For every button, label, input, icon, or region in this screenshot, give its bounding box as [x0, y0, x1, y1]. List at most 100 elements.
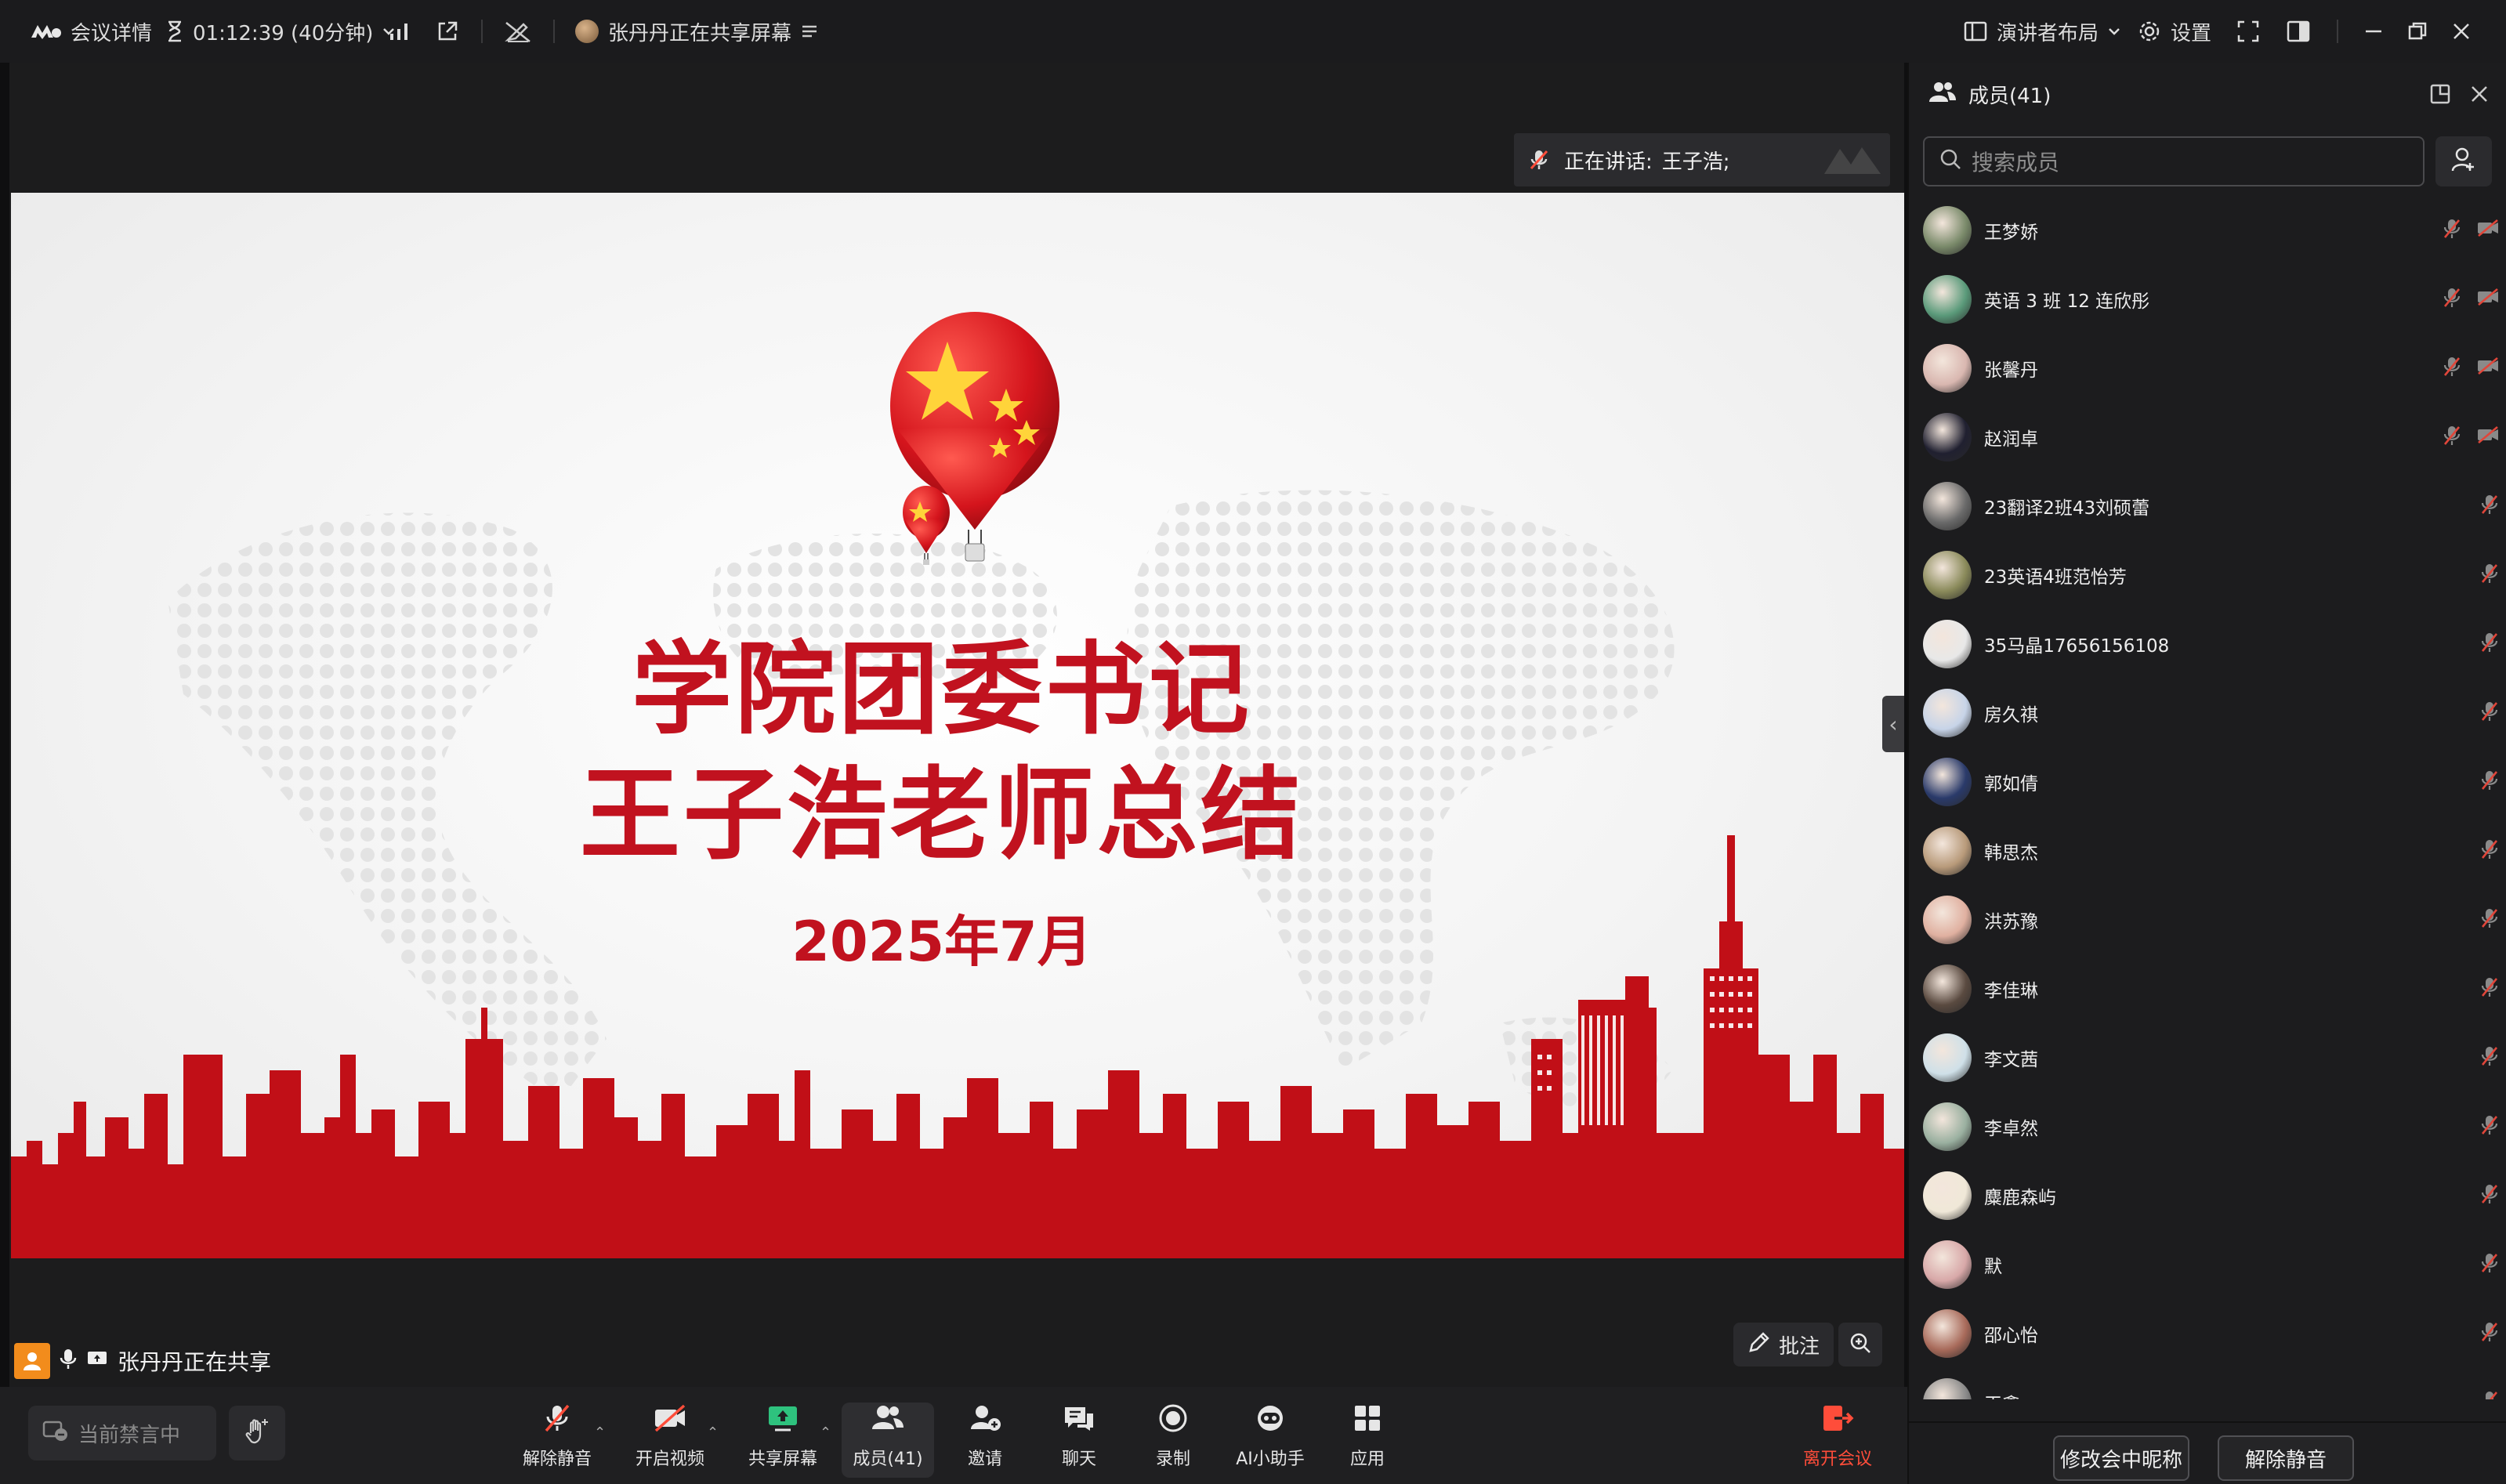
member-row[interactable]: 35马晶17656156108 [1909, 610, 2506, 679]
mic-muted-icon[interactable] [2442, 287, 2462, 312]
share-indicator: 张丹丹正在共享 [14, 1341, 271, 1381]
chevron-up-icon[interactable]: ⌃ [594, 1424, 606, 1441]
members-panel: 成员(41) 搜索成员 王梦娇 英语 3 班 12 连欣彤 张馨丹 赵润卓 23翻译2班… [1907, 63, 2506, 1484]
camera-off-icon[interactable] [2476, 287, 2500, 310]
mic-muted-icon[interactable] [2479, 563, 2500, 588]
collapse-panel-tab[interactable]: ‹ [1882, 696, 1904, 752]
close-panel-icon[interactable] [2468, 83, 2490, 110]
meeting-details-button[interactable]: 会议详情 [30, 17, 152, 46]
record-label: 录制 [1155, 1450, 1190, 1469]
settings-button[interactable]: 设置 [2138, 17, 2211, 46]
mic-muted-icon[interactable] [2479, 700, 2500, 726]
mic-muted-icon[interactable] [2479, 1183, 2500, 1208]
chevron-up-icon[interactable]: ⌃ [820, 1424, 831, 1441]
members-button[interactable]: 成员(41) [842, 1403, 934, 1478]
mic-muted-icon[interactable] [2479, 1321, 2500, 1346]
layout-button[interactable]: 演讲者布局 [1964, 17, 2120, 46]
signal-icon[interactable] [389, 21, 411, 42]
share-screen-icon [766, 1403, 800, 1439]
sharing-status[interactable]: 张丹丹正在共享屏幕 [575, 17, 818, 46]
mic-muted-icon[interactable] [2479, 1045, 2500, 1070]
camera-off-icon [653, 1403, 687, 1439]
speaker-name: 王子浩; [1661, 150, 1730, 174]
chat-icon [1062, 1403, 1096, 1439]
record-icon [1157, 1403, 1189, 1439]
unmute-label: 解除静音 [522, 1450, 592, 1469]
meeting-timer[interactable]: 01:12:39 (40分钟) [166, 17, 395, 46]
mic-muted-icon[interactable] [2479, 769, 2500, 794]
member-row[interactable]: 张馨丹 [1909, 334, 2506, 403]
camera-off-icon[interactable] [2476, 425, 2500, 448]
mic-muted-icon[interactable] [2442, 218, 2462, 243]
external-link-icon[interactable] [436, 20, 459, 43]
mic-muted-icon[interactable] [2479, 1252, 2500, 1277]
hourglass-icon [166, 20, 183, 42]
member-row[interactable]: 麋鹿森屿 [1909, 1161, 2506, 1230]
ai-assistant-icon [1253, 1403, 1287, 1439]
member-row[interactable]: 23翻译2班43刘硕蕾 [1909, 472, 2506, 541]
member-row[interactable]: 23英语4班范怡芳 [1909, 541, 2506, 610]
member-search-input[interactable]: 搜索成员 [1923, 136, 2425, 186]
zoom-button[interactable] [1838, 1323, 1882, 1366]
member-name: 麋鹿森屿 [1984, 1188, 2056, 1208]
unmute-request-button[interactable]: 解除静音 [2218, 1435, 2354, 1481]
mute-all-status[interactable]: 当前禁言中 [28, 1406, 216, 1460]
mic-muted-icon[interactable] [2479, 1390, 2500, 1399]
camera-off-icon[interactable] [2476, 356, 2500, 379]
member-name: 王梦娇 [1984, 223, 2038, 243]
member-name: 洪苏豫 [1984, 912, 2038, 932]
mic-muted-icon[interactable] [2479, 838, 2500, 863]
member-avatar [1923, 413, 1972, 461]
sidebar-toggle-icon[interactable] [2287, 20, 2310, 43]
mic-muted-icon[interactable] [2442, 425, 2462, 450]
member-avatar [1923, 896, 1972, 944]
member-row[interactable]: 韩思杰 [1909, 816, 2506, 885]
annotation-off-icon[interactable] [505, 20, 531, 43]
member-row[interactable]: 英语 3 班 12 连欣彤 [1909, 265, 2506, 334]
close-icon[interactable] [2451, 21, 2472, 42]
member-row[interactable]: 李卓然 [1909, 1092, 2506, 1161]
member-avatar [1923, 1240, 1972, 1289]
annotate-button[interactable]: 批注 [1733, 1323, 1834, 1366]
member-row[interactable]: 王梦娇 [1909, 196, 2506, 265]
popout-icon[interactable] [2429, 83, 2451, 110]
mic-muted-icon[interactable] [2479, 494, 2500, 519]
apps-button[interactable]: 应用 [1324, 1403, 1411, 1478]
ai-assistant-button[interactable]: AI小助手 [1227, 1403, 1313, 1478]
chat-button[interactable]: 聊天 [1036, 1403, 1122, 1478]
mic-muted-icon[interactable] [2479, 976, 2500, 1001]
member-row[interactable]: 洪苏豫 [1909, 885, 2506, 954]
member-row[interactable]: 李文茜 [1909, 1023, 2506, 1092]
camera-off-icon[interactable] [2476, 218, 2500, 241]
minimize-icon[interactable] [2363, 21, 2384, 42]
member-avatar [1923, 1171, 1972, 1220]
mute-status-icon [42, 1419, 69, 1448]
rename-button[interactable]: 修改会中昵称 [2053, 1435, 2189, 1481]
record-button[interactable]: 录制 [1130, 1403, 1216, 1478]
leave-meeting-button[interactable]: 离开会议 [1794, 1403, 1881, 1478]
share-screen-button[interactable]: 共享屏幕 [740, 1403, 826, 1478]
fullscreen-icon[interactable] [2236, 20, 2260, 43]
member-avatar [1923, 689, 1972, 737]
invite-button[interactable]: 邀请 [942, 1403, 1028, 1478]
member-name: 英语 3 班 12 连欣彤 [1984, 291, 2150, 312]
member-row[interactable]: 王鑫 [1909, 1368, 2506, 1399]
member-row[interactable]: 赵润卓 [1909, 403, 2506, 472]
restore-icon[interactable] [2407, 21, 2428, 42]
member-row[interactable]: 李佳琳 [1909, 954, 2506, 1023]
mic-muted-icon[interactable] [2479, 1114, 2500, 1139]
layout-icon [1964, 20, 1987, 42]
unmute-button[interactable]: 解除静音 [514, 1403, 600, 1478]
chevron-up-icon[interactable]: ⌃ [707, 1424, 719, 1441]
add-member-button[interactable] [2435, 136, 2492, 186]
raise-hand-button[interactable] [229, 1406, 285, 1460]
member-row[interactable]: 邵心怡 [1909, 1299, 2506, 1368]
member-row[interactable]: 房久祺 [1909, 679, 2506, 747]
member-name: 默 [1984, 1257, 2002, 1277]
start-video-button[interactable]: 开启视频 [627, 1403, 713, 1478]
mic-muted-icon[interactable] [2479, 632, 2500, 657]
mic-muted-icon[interactable] [2479, 907, 2500, 932]
member-row[interactable]: 默 [1909, 1230, 2506, 1299]
member-row[interactable]: 郭如倩 [1909, 747, 2506, 816]
mic-muted-icon[interactable] [2442, 356, 2462, 381]
